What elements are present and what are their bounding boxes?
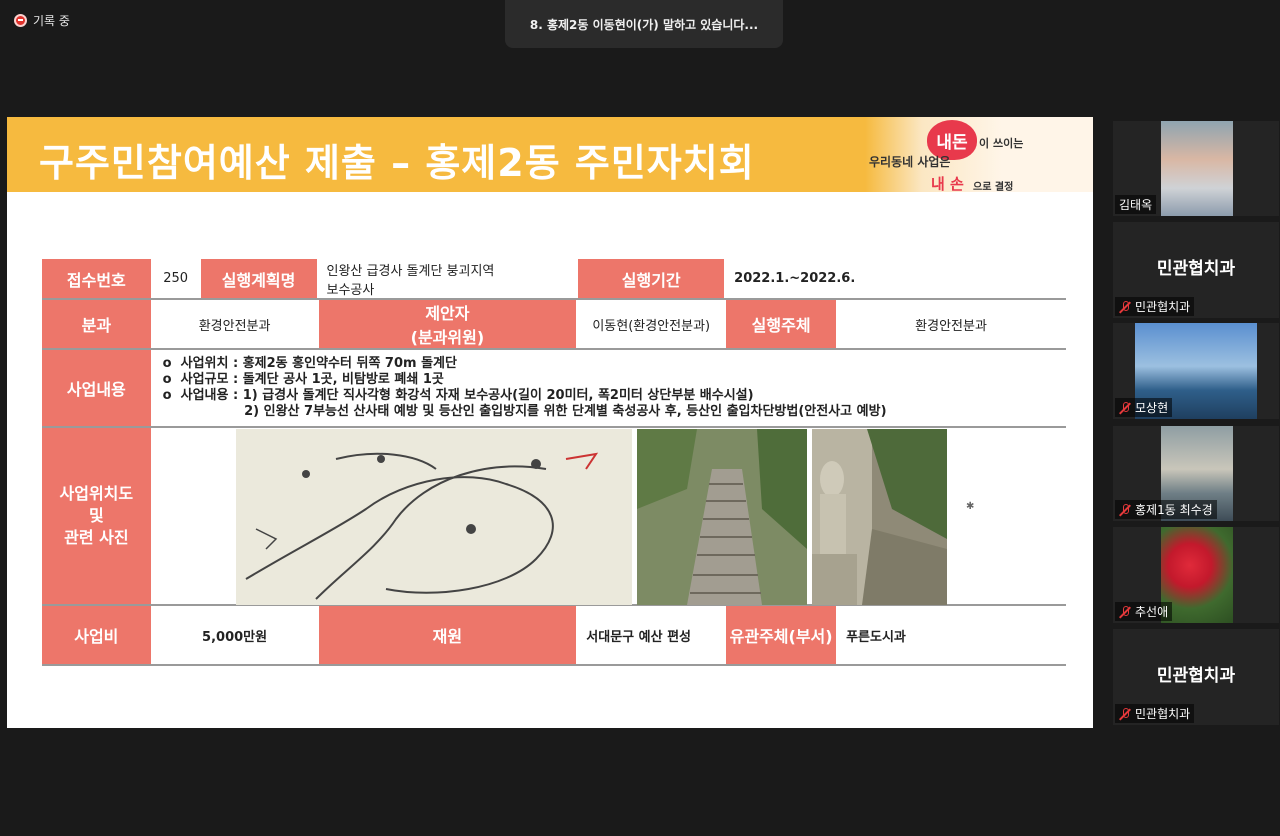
active-speaker-text: 8. 홍제2동 이동현이(가) 말하고 있습니다... <box>529 17 759 32</box>
campaign-logo: 내돈 이 쓰이는 우리동네 사업은 내 손 으로 결정 <box>865 117 1093 193</box>
logo-text-3: 내 손 <box>931 175 964 193</box>
participant-tile-1[interactable]: 김태옥 <box>1113 121 1279 216</box>
mouse-cursor-icon: ✱ <box>966 501 975 512</box>
map-sketch-drawing <box>245 452 599 600</box>
recording-label: 기록 중 <box>33 14 70 28</box>
plan-name-line-1: 인왕산 급경사 돌계단 붕괴지역 <box>326 263 495 279</box>
participant-name: 민관협치과 <box>1135 300 1191 314</box>
location-map-sketch <box>236 429 632 605</box>
location-label-line-3: 관련 사진 <box>64 528 129 547</box>
period-label: 실행기간 <box>577 259 727 300</box>
cost-value: 5,000만원 <box>151 605 319 666</box>
participant-name-tag: 모상현 <box>1115 398 1173 417</box>
period-value: 2022.1.~2022.6. <box>725 259 1066 300</box>
executor-value: 환경안전분과 <box>837 299 1066 350</box>
participant-name-tag: 민관협치과 <box>1115 704 1195 723</box>
division-value: 환경안전분과 <box>151 299 319 350</box>
logo-text-2: 우리동네 사업은 <box>869 155 951 169</box>
dept-value: 푸른도시과 <box>837 605 1066 666</box>
participant-name-tag: 추선애 <box>1115 602 1173 621</box>
participant-video <box>1161 121 1233 216</box>
stairs-photo-drawing <box>637 429 807 605</box>
mic-muted-icon <box>1119 401 1131 414</box>
reception-no-value: 250 <box>151 259 201 300</box>
reception-no-label: 접수번호 <box>42 259 153 300</box>
content-line-1: o 사업위치 : 홍제2동 홍인약수터 뒤쪽 70m 돌계단 <box>162 356 457 371</box>
active-speaker-banner: 8. 홍제2동 이동현이(가) 말하고 있습니다... <box>505 0 783 48</box>
statue-photo <box>812 429 947 605</box>
stairs-photo <box>637 429 807 605</box>
participant-name: 모상현 <box>1135 401 1169 415</box>
participant-name-tag: 민관협치과 <box>1115 297 1195 316</box>
participant-name: 홍제1동 최수경 <box>1135 503 1213 517</box>
content-line-4: 2) 인왕산 7부능선 산사태 예방 및 등산인 출입방지를 위한 단계별 축성… <box>162 404 887 419</box>
fund-label: 재원 <box>317 605 579 666</box>
slide-title: 구주민참여예산 제출 – 홍제2동 주민자치회 <box>39 141 755 185</box>
proposer-label-line-2: (분과위원) <box>410 328 485 347</box>
content-label: 사업내용 <box>42 349 153 428</box>
location-label-line-1: 사업위치도 <box>59 484 134 503</box>
division-label: 분과 <box>42 299 153 350</box>
participant-name: 김태옥 <box>1119 198 1153 212</box>
participant-display-name: 민관협치과 <box>1156 259 1236 279</box>
executor-label: 실행주체 <box>725 299 839 350</box>
logo-text-4: 으로 결정 <box>973 182 1014 193</box>
participant-tile-6[interactable]: 민관협치과 민관협치과 <box>1113 629 1279 725</box>
fund-value: 서대문구 예산 편성 <box>577 605 727 666</box>
logo-text-1: 이 쓰이는 <box>979 137 1024 150</box>
content-line-2: o 사업규모 : 돌계단 공사 1곳, 비탐방로 폐쇄 1곳 <box>162 372 444 387</box>
plan-name-line-2: 보수공사 <box>326 282 375 298</box>
participant-name: 추선애 <box>1135 605 1169 619</box>
plan-name-value: 인왕산 급경사 돌계단 붕괴지역 보수공사 <box>317 259 579 300</box>
dept-label: 유관주체(부서) <box>725 605 839 666</box>
participant-tile-3[interactable]: 모상현 <box>1113 323 1279 419</box>
recording-indicator: 기록 중 <box>14 12 70 29</box>
participant-tile-4[interactable]: 홍제1동 최수경 <box>1113 426 1279 521</box>
content-value: o 사업위치 : 홍제2동 홍인약수터 뒤쪽 70m 돌계단 o 사업규모 : … <box>151 349 1067 428</box>
participant-name-tag: 김태옥 <box>1115 195 1157 214</box>
mic-muted-icon <box>1119 503 1131 516</box>
mic-muted-icon <box>1119 707 1131 720</box>
plan-name-label: 실행계획명 <box>199 259 319 300</box>
location-label-line-2: 및 <box>88 506 104 525</box>
content-line-3: o 사업내용 : 1) 급경사 돌계단 직사각형 화강석 자재 보수공사(길이 … <box>162 388 754 403</box>
proposer-value: 이동현(환경안전분과) <box>577 299 727 350</box>
participant-name: 민관협치과 <box>1135 707 1191 721</box>
record-icon <box>14 14 27 27</box>
mic-muted-icon <box>1119 605 1131 618</box>
participant-tile-2[interactable]: 민관협치과 민관협치과 <box>1113 222 1279 318</box>
slide-banner: 구주민참여예산 제출 – 홍제2동 주민자치회 내돈 이 쓰이는 우리동네 사업… <box>7 117 1093 193</box>
proposer-label-line-1: 제안자 <box>425 304 470 323</box>
mic-muted-icon <box>1119 300 1131 313</box>
statue-photo-drawing <box>812 429 947 605</box>
participant-tile-5[interactable]: 추선애 <box>1113 527 1279 623</box>
fund-label-text: 재원 <box>432 627 463 646</box>
participant-display-name: 민관협치과 <box>1156 666 1236 686</box>
shared-screen: 구주민참여예산 제출 – 홍제2동 주민자치회 내돈 이 쓰이는 우리동네 사업… <box>7 117 1093 728</box>
cost-label: 사업비 <box>42 605 153 666</box>
participant-name-tag: 홍제1동 최수경 <box>1115 500 1217 519</box>
location-label: 사업위치도 및 관련 사진 <box>42 427 153 606</box>
proposer-label: 제안자 (분과위원) <box>317 299 579 350</box>
